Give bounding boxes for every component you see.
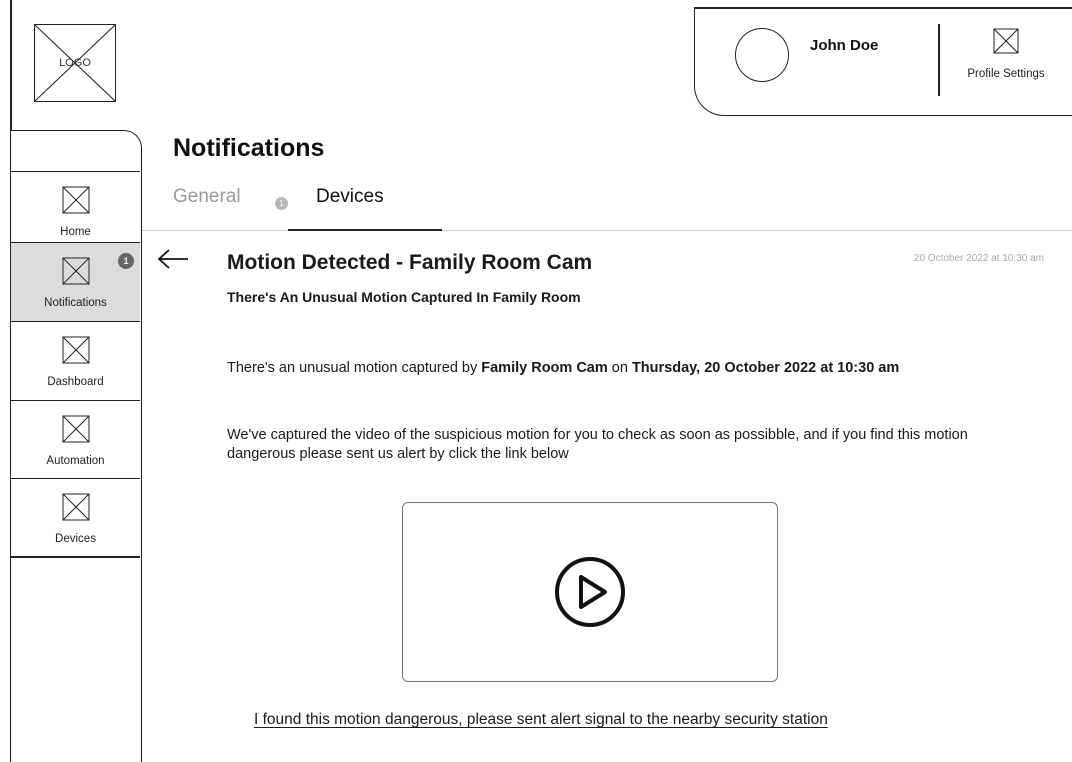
home-icon: [62, 186, 89, 214]
message-text: on: [607, 360, 632, 376]
page-title: Notifications: [173, 134, 325, 162]
camera-name: Family Room Cam: [481, 360, 608, 376]
sidebar-item-home[interactable]: Home: [11, 171, 140, 251]
notifications-icon: [62, 257, 89, 285]
avatar[interactable]: [735, 28, 789, 82]
dashboard-icon: [62, 336, 89, 364]
sidebar-item-label: Home: [60, 226, 91, 238]
notification-count-badge: 1: [118, 253, 134, 269]
sidebar-item-notifications[interactable]: 1 Notifications: [11, 242, 140, 322]
back-arrow-icon[interactable]: [156, 248, 190, 270]
sidebar-item-devices[interactable]: Devices: [11, 478, 140, 558]
message-body-paragraph-1: There's an unusual motion captured by Fa…: [227, 359, 967, 378]
tab-general-badge: 1: [275, 197, 288, 210]
profile-divider: [938, 24, 940, 96]
logo: LOGO: [34, 24, 116, 102]
sidebar-divider: [11, 556, 140, 558]
tab-devices[interactable]: Devices: [316, 186, 384, 208]
sidebar: Home 1 Notifications Dashboard Automatio…: [10, 130, 142, 762]
sidebar-item-dashboard[interactable]: Dashboard: [11, 321, 140, 401]
event-datetime: Thursday, 20 October 2022 at 10:30 am: [631, 360, 900, 376]
sidebar-item-label: Automation: [46, 455, 105, 467]
sidebar-item-label: Notifications: [44, 297, 107, 309]
automation-icon: [62, 415, 89, 443]
active-tab-indicator: [288, 229, 442, 231]
send-alert-link[interactable]: I found this motion dangerous, please se…: [254, 711, 828, 729]
message-body-paragraph-2: We've captured the video of the suspicio…: [227, 427, 968, 462]
message-text: There's an unusual motion captured by: [227, 360, 482, 376]
message-timestamp: 20 October 2022 at 10:30 am: [913, 253, 1044, 264]
sidebar-item-label: Dashboard: [47, 376, 104, 388]
left-border: [10, 0, 12, 130]
logo-text: LOGO: [59, 57, 91, 69]
message-subtitle: There's An Unusual Motion Captured In Fa…: [227, 289, 581, 305]
tab-general[interactable]: General: [173, 186, 241, 208]
sidebar-item-label: Devices: [55, 533, 96, 545]
profile-settings-button[interactable]: Profile Settings: [952, 28, 1060, 96]
profile-settings-icon: [993, 28, 1019, 54]
tabs-divider: [142, 230, 1072, 231]
sidebar-item-automation[interactable]: Automation: [11, 400, 140, 480]
play-icon[interactable]: [550, 552, 630, 632]
profile-settings-label: Profile Settings: [967, 68, 1045, 80]
user-name: John Doe: [810, 37, 879, 54]
message-title: Motion Detected - Family Room Cam: [227, 251, 593, 274]
video-player[interactable]: [402, 502, 778, 682]
devices-icon: [62, 493, 89, 521]
